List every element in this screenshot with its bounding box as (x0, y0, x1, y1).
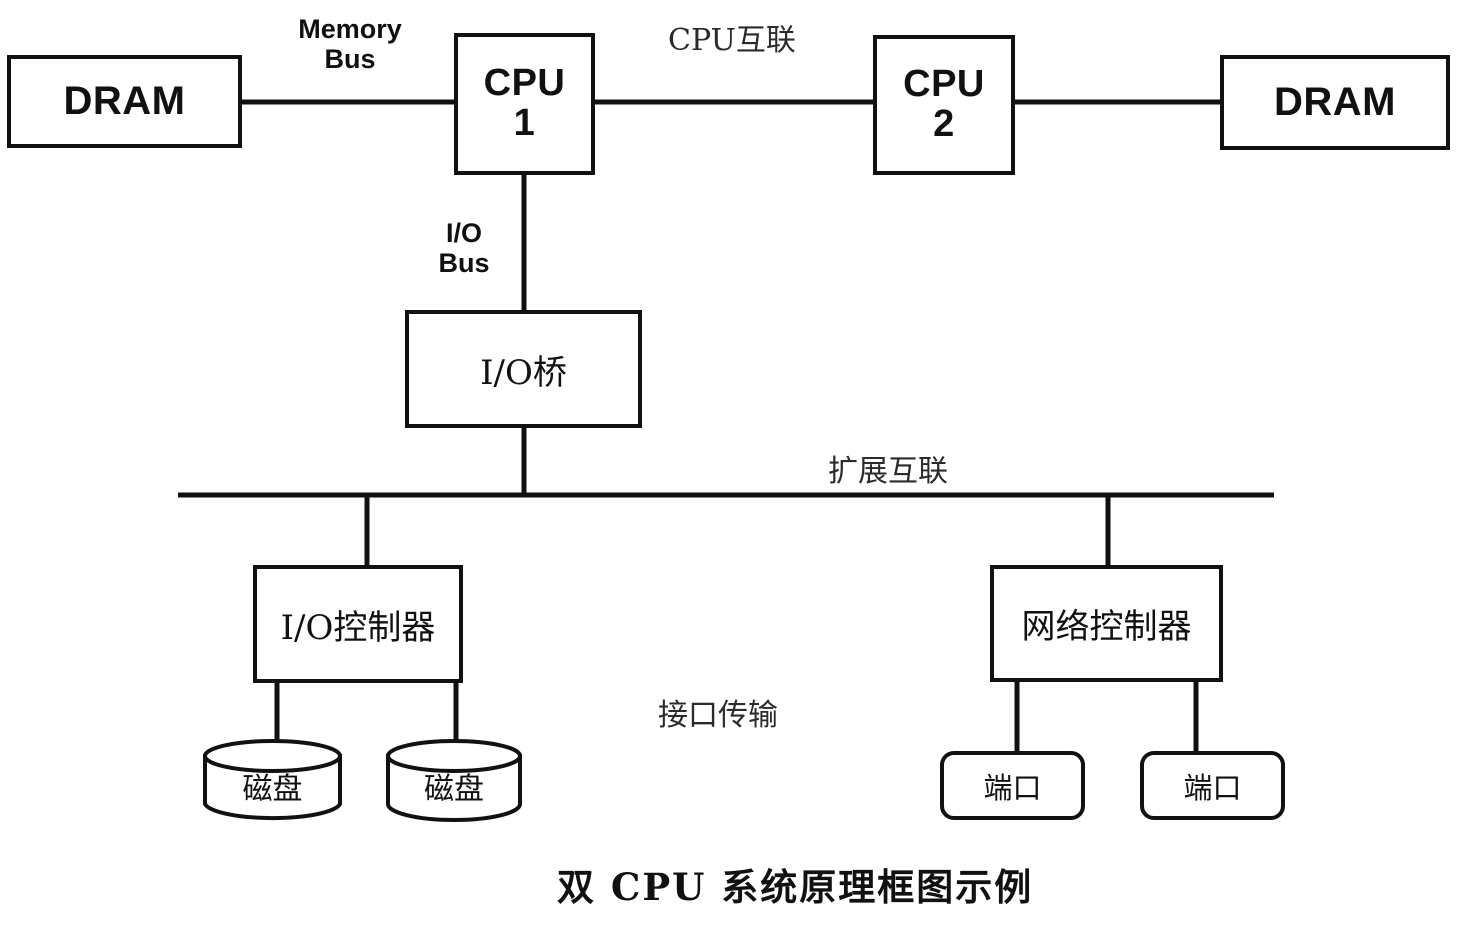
node-port-right[interactable]: 端口 (1140, 751, 1285, 820)
interface-transfer-label: 接口传输 (658, 690, 778, 734)
node-cpu-2-label-line1: CPU (903, 63, 985, 106)
node-io-controller[interactable]: I/O控制器 (253, 565, 463, 683)
cpu-interconnect-label: CPU互联 (668, 15, 796, 59)
memory-bus-label-line1: Memory (298, 14, 402, 44)
cpu-interconnect-label-text: CPU互联 (668, 23, 796, 58)
node-port-right-label: 端口 (1183, 770, 1242, 805)
node-disk-right[interactable]: 磁盘 (385, 738, 523, 822)
node-network-controller[interactable]: 网络控制器 (990, 565, 1223, 682)
expansion-interconnect-label: 扩展互联 (828, 446, 948, 490)
node-disk-left[interactable]: 磁盘 (202, 738, 343, 822)
node-port-left-label: 端口 (983, 770, 1042, 805)
node-dram-left-label: DRAM (63, 79, 186, 123)
node-disk-right-label: 磁盘 (424, 772, 484, 807)
io-bus-label-line1: I/O (445, 218, 482, 248)
figure-caption-text: 双 CPU 系统原理框图示例 (557, 865, 1034, 909)
node-network-controller-label: 网络控制器 (1021, 607, 1192, 647)
memory-bus-label: Memory Bus (285, 14, 415, 74)
node-dram-right[interactable]: DRAM (1220, 55, 1450, 150)
node-io-controller-label: I/O控制器 (280, 607, 436, 648)
io-bus-label-line2: Bus (438, 248, 490, 279)
interface-transfer-label-text: 接口传输 (658, 698, 778, 733)
figure-caption: 双 CPU 系统原理框图示例 (557, 857, 1033, 911)
node-io-bridge-label: I/O桥 (480, 352, 567, 393)
block-diagram-canvas: DRAM CPU 1 CPU 2 DRAM Memory Bus CPU互联 I… (0, 0, 1464, 928)
io-bus-label: I/O Bus (428, 218, 500, 278)
node-port-left[interactable]: 端口 (940, 751, 1085, 820)
expansion-interconnect-label-text: 扩展互联 (828, 454, 948, 489)
node-dram-right-label: DRAM (1274, 80, 1396, 124)
node-dram-left[interactable]: DRAM (7, 55, 242, 148)
node-io-bridge[interactable]: I/O桥 (405, 310, 642, 428)
node-cpu-2[interactable]: CPU 2 (873, 35, 1015, 175)
node-disk-left-label: 磁盘 (242, 772, 303, 807)
node-cpu-2-label-line2: 2 (933, 103, 955, 145)
node-cpu-1-label-line1: CPU (483, 62, 566, 105)
memory-bus-label-line2: Bus (324, 44, 376, 75)
node-cpu-1[interactable]: CPU 1 (454, 33, 595, 175)
node-cpu-1-label-line2: 1 (513, 102, 536, 144)
